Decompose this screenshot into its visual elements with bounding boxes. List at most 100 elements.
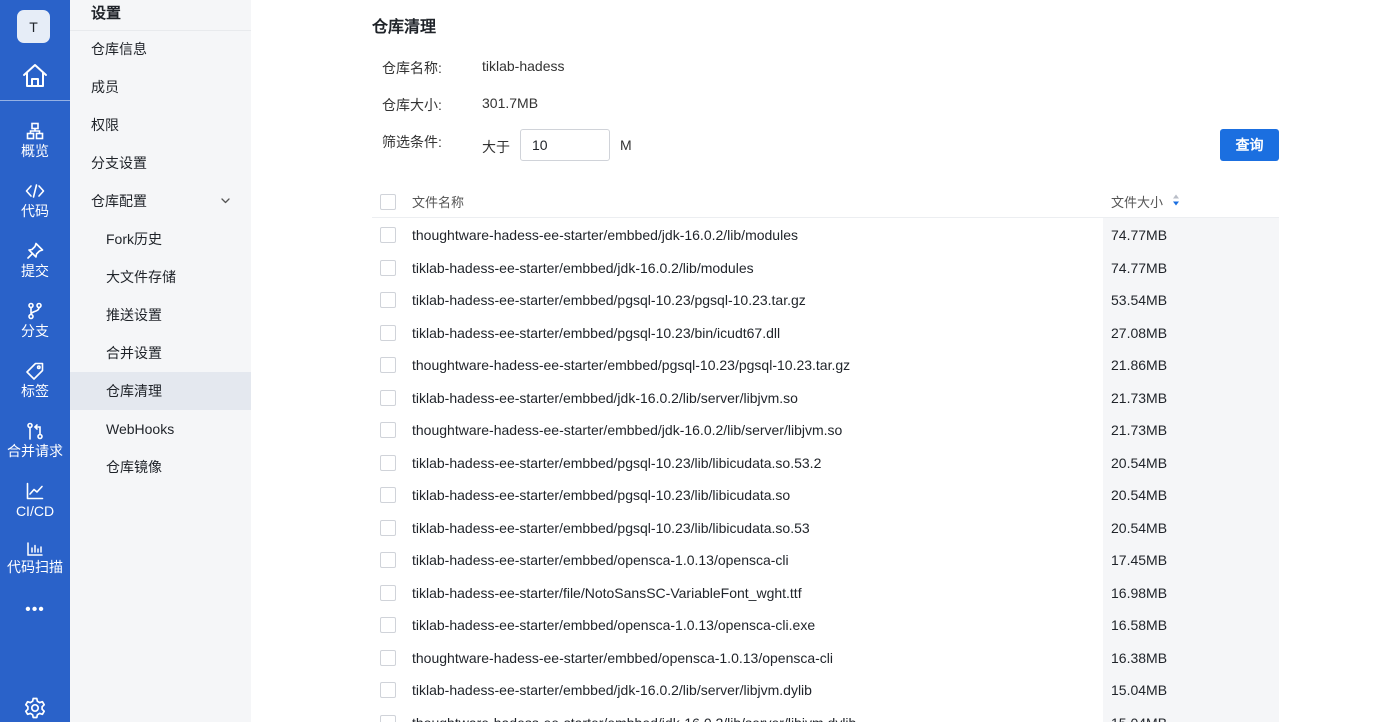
rail-label: 标签 — [21, 383, 49, 399]
file-size-cell: 15.04MB — [1111, 682, 1168, 698]
row-checkbox[interactable] — [380, 649, 396, 666]
menu-item-push-settings[interactable]: 推送设置 — [70, 296, 251, 334]
table-row[interactable]: tiklab-hadess-ee-starter/embbed/opensca-… — [372, 609, 1279, 642]
menu-item-repo-mirror[interactable]: 仓库镜像 — [70, 448, 251, 486]
table-row[interactable]: thoughtware-hadess-ee-starter/embbed/jdk… — [372, 707, 1279, 722]
column-header-name: 文件名称 — [412, 195, 465, 210]
gear-icon[interactable] — [0, 697, 70, 721]
file-size-cell: 74.77MB — [1111, 259, 1168, 276]
menu-item-permissions[interactable]: 权限 — [70, 106, 251, 144]
file-name-cell: thoughtware-hadess-ee-starter/embbed/jdk… — [412, 715, 856, 722]
table-row[interactable]: thoughtware-hadess-ee-starter/embbed/ope… — [372, 642, 1279, 675]
rail-label: 代码 — [21, 203, 49, 219]
size-threshold-input[interactable] — [520, 129, 610, 161]
rail-item-code-scan[interactable]: 代码扫描 — [0, 542, 70, 590]
row-checkbox[interactable] — [380, 584, 396, 601]
row-checkbox[interactable] — [380, 389, 396, 406]
row-checkbox[interactable] — [380, 519, 396, 536]
row-checkbox[interactable] — [380, 552, 396, 568]
repo-size-value: 301.7MB — [482, 95, 539, 111]
file-name-cell: tiklab-hadess-ee-starter/embbed/pgsql-10… — [412, 519, 810, 536]
more-icon[interactable]: ••• — [0, 600, 70, 620]
file-size-cell: 74.77MB — [1111, 227, 1168, 243]
table-row[interactable]: thoughtware-hadess-ee-starter/embbed/pgs… — [372, 349, 1279, 382]
repo-name-value: tiklab-hadess — [482, 58, 565, 74]
tag-icon — [26, 362, 44, 380]
menu-title: 设置 — [91, 5, 122, 22]
row-checkbox[interactable] — [380, 292, 396, 308]
menu-item-lfs[interactable]: 大文件存储 — [70, 258, 251, 296]
file-size-cell: 17.45MB — [1111, 552, 1168, 568]
row-checkbox[interactable] — [380, 227, 396, 243]
table-row[interactable]: tiklab-hadess-ee-starter/file/NotoSansSC… — [372, 577, 1279, 610]
branch-icon — [28, 302, 42, 320]
page-title: 仓库清理 — [372, 19, 437, 36]
table-row[interactable]: thoughtware-hadess-ee-starter/embbed/jdk… — [372, 219, 1279, 252]
menu-item-members[interactable]: 成员 — [70, 68, 251, 106]
rail-item-cicd[interactable]: CI/CD — [0, 482, 70, 530]
sort-icon[interactable] — [1172, 193, 1180, 207]
rail-divider — [0, 100, 70, 101]
menu-item-fork-history[interactable]: Fork历史 — [70, 220, 251, 258]
file-size-cell: 53.54MB — [1111, 292, 1168, 308]
table-row[interactable]: tiklab-hadess-ee-starter/embbed/jdk-16.0… — [372, 382, 1279, 415]
file-size-cell: 20.54MB — [1111, 454, 1168, 471]
table-row[interactable]: tiklab-hadess-ee-starter/embbed/pgsql-10… — [372, 447, 1279, 480]
file-name-cell: tiklab-hadess-ee-starter/embbed/pgsql-10… — [412, 324, 781, 341]
table-row[interactable]: tiklab-hadess-ee-starter/embbed/pgsql-10… — [372, 512, 1279, 545]
row-checkbox[interactable] — [380, 617, 396, 633]
file-name-cell: thoughtware-hadess-ee-starter/embbed/ope… — [412, 649, 834, 666]
select-all-checkbox[interactable] — [380, 194, 396, 210]
line-chart-icon — [26, 482, 44, 500]
unit-label: M — [620, 137, 632, 153]
menu-item-repo-cleanup[interactable]: 仓库清理 — [70, 372, 251, 410]
menu-item-repo-config[interactable]: 仓库配置 — [70, 182, 251, 220]
query-button[interactable]: 查询 — [1220, 129, 1279, 161]
file-table: 文件名称 文件大小 thoughtware-hadess-ee-starter/… — [372, 182, 1279, 722]
rail-item-code[interactable]: 代码 — [0, 182, 70, 230]
home-icon[interactable] — [0, 62, 70, 102]
rail-label: 分支 — [21, 323, 49, 339]
settings-menu: 设置 仓库信息 成员 权限 分支设置 仓库配置 Fork历史 大文件存储 推送设… — [70, 0, 251, 722]
row-checkbox[interactable] — [380, 324, 396, 341]
file-name-cell: tiklab-hadess-ee-starter/embbed/pgsql-10… — [412, 292, 806, 308]
pin-icon — [27, 242, 44, 259]
row-checkbox[interactable] — [380, 357, 396, 373]
table-row[interactable]: tiklab-hadess-ee-starter/embbed/pgsql-10… — [372, 284, 1279, 317]
rail-item-tags[interactable]: 标签 — [0, 362, 70, 410]
file-size-cell: 16.58MB — [1111, 617, 1168, 633]
row-checkbox[interactable] — [380, 714, 396, 722]
file-name-cell: tiklab-hadess-ee-starter/file/NotoSansSC… — [412, 584, 802, 601]
table-row[interactable]: thoughtware-hadess-ee-starter/embbed/jdk… — [372, 414, 1279, 447]
rail-item-commits[interactable]: 提交 — [0, 242, 70, 290]
main-content: 仓库清理 仓库名称: tiklab-hadess 仓库大小: 301.7MB 筛… — [251, 0, 1397, 722]
avatar[interactable]: T — [17, 10, 50, 43]
menu-item-repo-info[interactable]: 仓库信息 — [70, 30, 251, 68]
file-name-cell: thoughtware-hadess-ee-starter/embbed/jdk… — [412, 422, 843, 438]
table-row[interactable]: tiklab-hadess-ee-starter/embbed/jdk-16.0… — [372, 674, 1279, 707]
table-row[interactable]: tiklab-hadess-ee-starter/embbed/pgsql-10… — [372, 317, 1279, 350]
menu-item-merge-settings[interactable]: 合并设置 — [70, 334, 251, 372]
table-row[interactable]: tiklab-hadess-ee-starter/embbed/jdk-16.0… — [372, 252, 1279, 285]
row-checkbox[interactable] — [380, 682, 396, 698]
overview-icon — [26, 122, 44, 140]
file-name-cell: thoughtware-hadess-ee-starter/embbed/pgs… — [412, 357, 851, 373]
rail-item-merge-requests[interactable]: 合并请求 — [0, 422, 70, 470]
menu-item-branch-settings[interactable]: 分支设置 — [70, 144, 251, 182]
greater-than-label: 大于 — [482, 139, 510, 155]
rail-item-overview[interactable]: 概览 — [0, 122, 70, 170]
rail-label: 代码扫描 — [7, 559, 63, 575]
rail-item-branches[interactable]: 分支 — [0, 302, 70, 350]
row-checkbox[interactable] — [380, 259, 396, 276]
row-checkbox[interactable] — [380, 487, 396, 503]
table-row[interactable]: tiklab-hadess-ee-starter/embbed/pgsql-10… — [372, 479, 1279, 512]
repo-size-label: 仓库大小: — [382, 97, 442, 113]
column-header-size[interactable]: 文件大小 — [1111, 192, 1163, 211]
table-header: 文件名称 文件大小 — [372, 182, 1279, 218]
table-row[interactable]: tiklab-hadess-ee-starter/embbed/opensca-… — [372, 544, 1279, 577]
row-checkbox[interactable] — [380, 422, 396, 438]
file-size-cell: 15.04MB — [1111, 715, 1167, 722]
row-checkbox[interactable] — [380, 454, 396, 471]
file-name-cell: tiklab-hadess-ee-starter/embbed/jdk-16.0… — [412, 682, 812, 698]
menu-item-webhooks[interactable]: WebHooks — [70, 410, 251, 448]
